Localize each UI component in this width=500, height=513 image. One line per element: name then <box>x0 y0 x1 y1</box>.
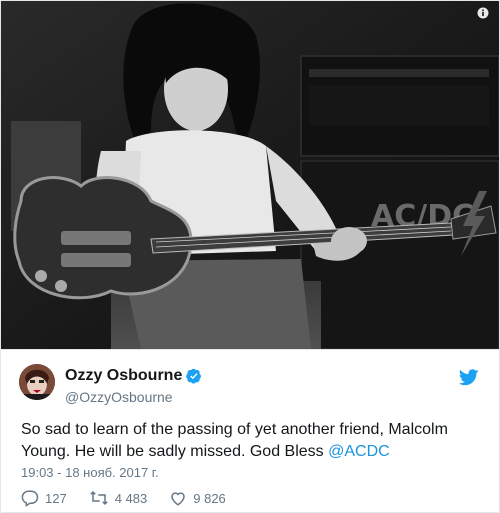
author-name-row[interactable]: Ozzy Osbourne <box>65 367 202 385</box>
tweet-timestamp[interactable]: 19:03 - 18 нояб. 2017 г. <box>21 465 159 480</box>
heart-icon <box>171 492 186 506</box>
mention-link[interactable]: @ACDC <box>328 443 390 460</box>
retweet-count: 4 483 <box>114 490 148 506</box>
author-handle[interactable]: @OzzyOsbourne <box>65 389 173 405</box>
like-count: 9 826 <box>193 490 226 506</box>
verified-badge-icon <box>186 368 202 384</box>
reply-count: 127 <box>45 490 67 506</box>
retweet-icon <box>89 490 108 506</box>
reply-icon <box>21 490 39 507</box>
author-display-name[interactable]: Ozzy Osbourne <box>65 367 182 385</box>
musician-photo: AC/DC <box>1 1 499 349</box>
tweet-card: AC/DC Ozzy Osbourne @OzzyOsbourne So sad… <box>0 0 500 513</box>
avatar-image <box>19 364 55 400</box>
info-icon[interactable] <box>477 7 489 19</box>
tweet-photo[interactable]: AC/DC <box>1 1 499 349</box>
tweet-text: So sad to learn of the passing of yet an… <box>21 419 481 463</box>
photo-divider <box>1 349 499 350</box>
retweet-button[interactable]: 4 483 <box>89 489 148 507</box>
tweet-actions: 127 4 483 9 826 <box>21 489 248 507</box>
avatar[interactable] <box>19 364 55 400</box>
like-button[interactable]: 9 826 <box>169 489 226 507</box>
reply-button[interactable]: 127 <box>21 489 67 507</box>
twitter-bird-icon[interactable] <box>459 369 479 386</box>
